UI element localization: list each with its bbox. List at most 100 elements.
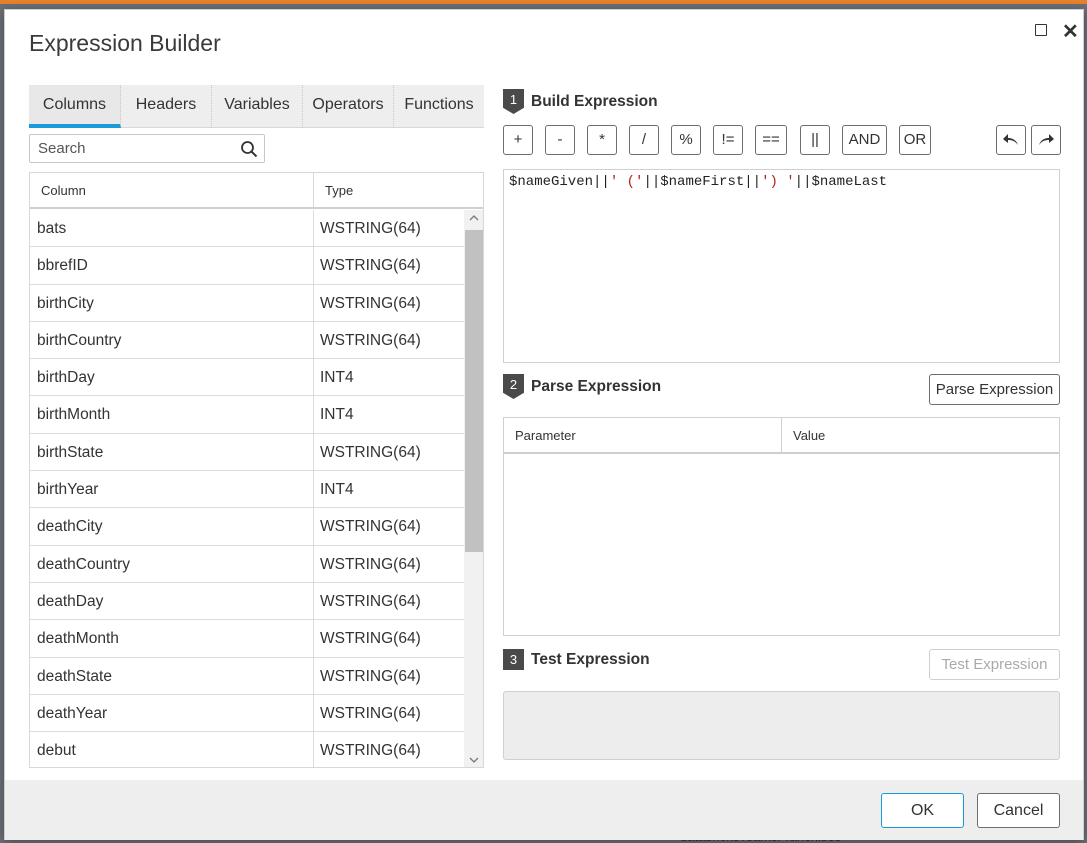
column-name-cell: birthCountry: [30, 321, 314, 359]
operator-or-button[interactable]: OR: [899, 125, 931, 155]
parameter-column-header[interactable]: Parameter: [504, 418, 782, 452]
parse-expression-heading: 2 Parse Expression: [503, 374, 661, 399]
operator-concat-button[interactable]: ||: [800, 125, 830, 155]
step-badge: 2: [503, 374, 524, 399]
parameter-table-header: Parameter Value: [504, 418, 1059, 454]
columns-table: Column Type bats WSTRING(64) bbrefID WSTRIN…: [29, 172, 484, 768]
search-icon[interactable]: [240, 140, 258, 158]
column-name-cell: deathState: [30, 657, 314, 694]
table-row[interactable]: birthCity WSTRING(64): [30, 284, 464, 322]
tab-columns[interactable]: Columns: [29, 85, 121, 128]
column-type-cell: WSTRING(64): [320, 667, 421, 685]
column-name-cell: birthCity: [30, 284, 314, 321]
expression-string-literal: ' (': [609, 174, 644, 190]
table-row[interactable]: debut WSTRING(64): [30, 732, 464, 767]
column-name-cell: debut: [30, 732, 314, 767]
test-expression-heading: 3 Test Expression: [503, 649, 650, 670]
search-box: [29, 134, 265, 163]
operator-divide-button[interactable]: /: [629, 125, 659, 155]
parse-expression-label: Parse Expression: [531, 377, 662, 395]
column-type-cell: WSTRING(64): [320, 257, 421, 275]
build-expression-heading: 1 Build Expression: [503, 89, 658, 114]
column-name-cell: birthMonth: [30, 396, 314, 433]
step-badge: 1: [503, 89, 524, 114]
expression-editor[interactable]: $nameGiven||' ('||$nameFirst||') '||$nam…: [503, 169, 1060, 363]
value-column-header[interactable]: Value: [782, 418, 825, 452]
dialog-footer: OK Cancel: [5, 780, 1083, 840]
table-row[interactable]: bats WSTRING(64): [30, 210, 464, 248]
table-row[interactable]: deathYear WSTRING(64): [30, 694, 464, 733]
table-row[interactable]: birthYear INT4: [30, 471, 464, 509]
scrollbar-thumb[interactable]: [465, 230, 483, 552]
operator-modulo-button[interactable]: %: [671, 125, 701, 155]
tab-bar: Columns Headers Variables Operators Func…: [29, 85, 484, 128]
table-row[interactable]: bbrefID WSTRING(64): [30, 247, 464, 285]
operator-plus-button[interactable]: +: [503, 125, 533, 155]
undo-button[interactable]: [996, 125, 1026, 155]
column-name-cell: deathDay: [30, 582, 314, 620]
operator-not-equal-button[interactable]: !=: [713, 125, 743, 155]
maximize-icon[interactable]: [1035, 24, 1047, 36]
column-type-cell: WSTRING(64): [320, 443, 421, 461]
expression-builder-dialog: Expression Builder ✕ Columns Headers Var…: [4, 9, 1084, 840]
table-row[interactable]: deathCity WSTRING(64): [30, 508, 464, 546]
scroll-up-icon[interactable]: [468, 212, 480, 224]
column-header-type[interactable]: Type: [314, 173, 353, 207]
column-name-cell: deathCountry: [30, 545, 314, 582]
close-icon[interactable]: ✕: [1062, 19, 1079, 44]
operator-equal-button[interactable]: ==: [755, 125, 787, 155]
column-type-cell: WSTRING(64): [320, 294, 421, 312]
column-header-name[interactable]: Column: [30, 173, 314, 207]
columns-table-header: Column Type: [30, 173, 483, 209]
column-name-cell: deathYear: [30, 694, 314, 732]
column-type-cell: WSTRING(64): [320, 592, 421, 610]
operator-multiply-button[interactable]: *: [587, 125, 617, 155]
column-type-cell: INT4: [320, 481, 354, 499]
expression-string-literal: ') ': [761, 174, 795, 190]
table-row[interactable]: deathState WSTRING(64): [30, 657, 464, 695]
table-row[interactable]: birthCountry WSTRING(64): [30, 321, 464, 360]
test-expression-label: Test Expression: [531, 650, 650, 668]
cancel-button[interactable]: Cancel: [977, 793, 1060, 828]
column-name-cell: birthDay: [30, 359, 314, 396]
column-type-cell: WSTRING(64): [320, 331, 421, 349]
redo-button[interactable]: [1031, 125, 1061, 155]
tab-operators[interactable]: Operators: [303, 85, 394, 128]
column-name-cell: birthYear: [30, 471, 314, 508]
column-type-cell: WSTRING(64): [320, 518, 421, 536]
table-row[interactable]: deathCountry WSTRING(64): [30, 545, 464, 583]
table-row[interactable]: birthState WSTRING(64): [30, 433, 464, 472]
column-type-cell: WSTRING(64): [320, 704, 421, 722]
columns-table-body: bats WSTRING(64) bbrefID WSTRING(64) birthCi…: [30, 210, 464, 767]
parse-expression-button[interactable]: Parse Expression: [929, 374, 1060, 405]
operator-and-button[interactable]: AND: [842, 125, 887, 155]
ok-button[interactable]: OK: [881, 793, 964, 828]
tab-functions[interactable]: Functions: [394, 85, 484, 128]
search-input[interactable]: [30, 135, 230, 162]
expression-token: ||$nameFirst||: [643, 174, 762, 190]
tab-variables[interactable]: Variables: [212, 85, 303, 128]
column-name-cell: deathMonth: [30, 620, 314, 657]
table-row[interactable]: birthDay INT4: [30, 359, 464, 397]
operator-minus-button[interactable]: -: [545, 125, 575, 155]
column-name-cell: deathCity: [30, 508, 314, 545]
column-type-cell: WSTRING(64): [320, 220, 421, 237]
parameter-table: Parameter Value: [503, 417, 1060, 636]
table-row[interactable]: deathMonth WSTRING(64): [30, 620, 464, 658]
column-type-cell: INT4: [320, 406, 354, 424]
column-type-cell: WSTRING(64): [320, 742, 421, 760]
vertical-scrollbar[interactable]: [464, 210, 483, 767]
expression-token: ||$nameLast: [794, 174, 888, 190]
column-type-cell: INT4: [320, 369, 354, 387]
table-row[interactable]: deathDay WSTRING(64): [30, 582, 464, 621]
test-result-box: [503, 691, 1060, 760]
table-row[interactable]: birthMonth INT4: [30, 396, 464, 434]
test-expression-button[interactable]: Test Expression: [929, 649, 1060, 680]
column-type-cell: WSTRING(64): [320, 630, 421, 648]
scroll-down-icon[interactable]: [468, 754, 480, 766]
column-type-cell: WSTRING(64): [320, 555, 421, 573]
step-badge: 3: [503, 649, 524, 670]
tab-headers[interactable]: Headers: [121, 85, 212, 128]
undo-arrow-icon: [1003, 134, 1018, 145]
column-name-cell: bbrefID: [30, 247, 314, 284]
